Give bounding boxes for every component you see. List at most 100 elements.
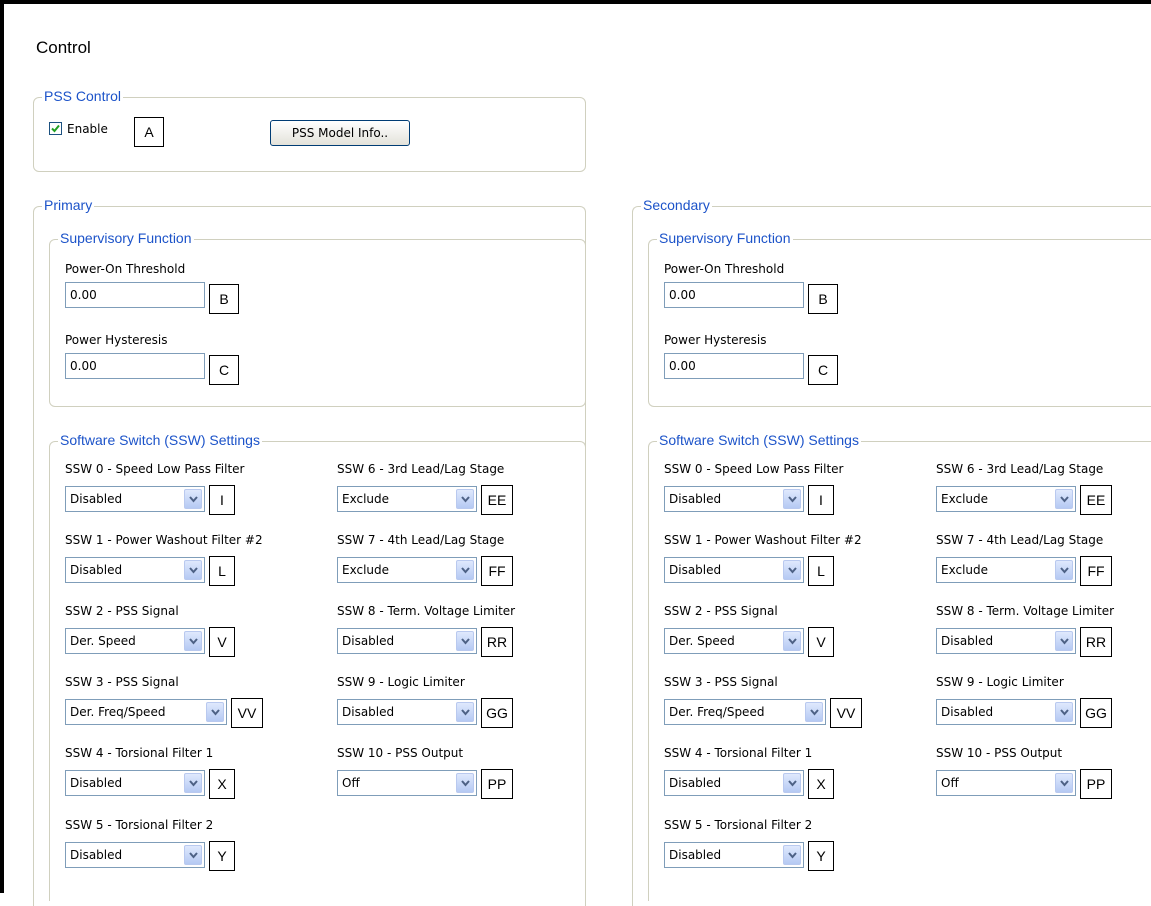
- pss-control-legend: PSS Control: [42, 88, 124, 104]
- secondary-ssw-6-value: Exclude: [941, 492, 989, 506]
- primary-ssw-9-label: SSW 9 - Logic Limiter: [337, 675, 465, 689]
- primary-ssw-3-tag: VV: [231, 698, 263, 728]
- secondary-ssw-0-select[interactable]: Disabled: [664, 486, 804, 512]
- primary-ssw-5-select[interactable]: Disabled: [65, 842, 205, 868]
- primary-ssw-2-dropdown-button[interactable]: [184, 631, 202, 651]
- secondary-ssw-3-value: Der. Freq/Speed: [669, 705, 765, 719]
- primary-legend: Primary: [42, 197, 95, 213]
- primary-ssw-2-select[interactable]: Der. Speed: [65, 628, 205, 654]
- secondary-ssw-8-dropdown-button[interactable]: [1055, 631, 1073, 651]
- secondary-ssw-1-label: SSW 1 - Power Washout Filter #2: [664, 533, 862, 547]
- secondary-ssw-8-select[interactable]: Disabled: [936, 628, 1076, 654]
- page-title: Control: [36, 38, 91, 57]
- primary-ssw-1-tag: L: [209, 556, 235, 586]
- primary-ssw-3-value: Der. Freq/Speed: [70, 705, 166, 719]
- primary-ssw-0-tag: I: [209, 485, 235, 515]
- secondary-ssw-4-select[interactable]: Disabled: [664, 770, 804, 796]
- secondary-ssw-6-label: SSW 6 - 3rd Lead/Lag Stage: [936, 462, 1104, 476]
- primary-ssw-4-select[interactable]: Disabled: [65, 770, 205, 796]
- primary-ssw-5-tag: Y: [209, 841, 235, 871]
- secondary-ssw-3-label: SSW 3 - PSS Signal: [664, 675, 778, 689]
- primary-ssw-9-dropdown-button[interactable]: [456, 702, 474, 722]
- secondary-ssw-9-select[interactable]: Disabled: [936, 699, 1076, 725]
- primary-ssw-6-label: SSW 6 - 3rd Lead/Lag Stage: [337, 462, 505, 476]
- primary-ssw-3-select[interactable]: Der. Freq/Speed: [65, 699, 227, 725]
- secondary-ssw-6-select[interactable]: Exclude: [936, 486, 1076, 512]
- primary-ssw-10-select[interactable]: Off: [337, 770, 477, 796]
- chevron-down-icon: [810, 709, 819, 716]
- secondary-power-on-threshold-input[interactable]: 0.00: [664, 282, 804, 308]
- secondary-ssw-10-value: Off: [941, 776, 959, 790]
- primary-ssw-1-select[interactable]: Disabled: [65, 557, 205, 583]
- secondary-power-hysteresis-tag: C: [808, 355, 838, 385]
- secondary-ssw-9-dropdown-button[interactable]: [1055, 702, 1073, 722]
- secondary-ssw-4-label: SSW 4 - Torsional Filter 1: [664, 746, 813, 760]
- primary-ssw-2-label: SSW 2 - PSS Signal: [65, 604, 179, 618]
- secondary-ssw-6-tag: EE: [1080, 485, 1112, 515]
- secondary-supervisory-legend: Supervisory Function: [657, 230, 793, 246]
- primary-ssw-3-dropdown-button[interactable]: [206, 702, 224, 722]
- primary-ssw-2-tag: V: [209, 627, 235, 657]
- enable-tag: A: [134, 117, 164, 147]
- primary-ssw-6-select[interactable]: Exclude: [337, 486, 477, 512]
- primary-ssw-4-value: Disabled: [70, 776, 123, 790]
- primary-power-hysteresis-input[interactable]: 0.00: [65, 353, 205, 379]
- secondary-ssw-9-value: Disabled: [941, 705, 994, 719]
- secondary-ssw-3-select[interactable]: Der. Freq/Speed: [664, 699, 826, 725]
- secondary-ssw-5-dropdown-button[interactable]: [783, 845, 801, 865]
- secondary-ssw-8-value: Disabled: [941, 634, 994, 648]
- chevron-down-icon: [189, 852, 198, 859]
- chevron-down-icon: [461, 709, 470, 716]
- chevron-down-icon: [788, 852, 797, 859]
- secondary-ssw-2-tag: V: [808, 627, 834, 657]
- primary-ssw-7-dropdown-button[interactable]: [456, 560, 474, 580]
- chevron-down-icon: [788, 496, 797, 503]
- secondary-ssw-1-tag: L: [808, 556, 834, 586]
- primary-ssw-8-dropdown-button[interactable]: [456, 631, 474, 651]
- secondary-ssw-4-value: Disabled: [669, 776, 722, 790]
- primary-ssw-0-dropdown-button[interactable]: [184, 489, 202, 509]
- chevron-down-icon: [1060, 638, 1069, 645]
- secondary-ssw-7-dropdown-button[interactable]: [1055, 560, 1073, 580]
- secondary-ssw-4-dropdown-button[interactable]: [783, 773, 801, 793]
- primary-ssw-1-dropdown-button[interactable]: [184, 560, 202, 580]
- chevron-down-icon: [1060, 709, 1069, 716]
- primary-ssw-10-tag: PP: [481, 769, 513, 799]
- secondary-power-hysteresis-input[interactable]: 0.00: [664, 353, 804, 379]
- primary-ssw-6-dropdown-button[interactable]: [456, 489, 474, 509]
- enable-checkbox[interactable]: [49, 122, 62, 135]
- primary-ssw-8-label: SSW 8 - Term. Voltage Limiter: [337, 604, 516, 618]
- secondary-ssw-0-dropdown-button[interactable]: [783, 489, 801, 509]
- chevron-down-icon: [189, 567, 198, 574]
- secondary-ssw-1-dropdown-button[interactable]: [783, 560, 801, 580]
- primary-ssw-0-select[interactable]: Disabled: [65, 486, 205, 512]
- secondary-ssw-1-select[interactable]: Disabled: [664, 557, 804, 583]
- secondary-ssw-2-select[interactable]: Der. Speed: [664, 628, 804, 654]
- secondary-ssw-0-value: Disabled: [669, 492, 722, 506]
- chevron-down-icon: [461, 780, 470, 787]
- secondary-ssw-3-dropdown-button[interactable]: [805, 702, 823, 722]
- primary-power-on-threshold-input[interactable]: 0.00: [65, 282, 205, 308]
- checkmark-icon: [51, 124, 60, 133]
- secondary-ssw-5-value: Disabled: [669, 848, 722, 862]
- chevron-down-icon: [189, 496, 198, 503]
- secondary-ssw-5-label: SSW 5 - Torsional Filter 2: [664, 818, 813, 832]
- primary-ssw-5-dropdown-button[interactable]: [184, 845, 202, 865]
- primary-ssw-8-select[interactable]: Disabled: [337, 628, 477, 654]
- primary-ssw-7-select[interactable]: Exclude: [337, 557, 477, 583]
- secondary-ssw-9-tag: GG: [1080, 698, 1112, 728]
- primary-ssw-4-dropdown-button[interactable]: [184, 773, 202, 793]
- secondary-ssw-10-dropdown-button[interactable]: [1055, 773, 1073, 793]
- secondary-ssw-7-select[interactable]: Exclude: [936, 557, 1076, 583]
- secondary-ssw-2-value: Der. Speed: [669, 634, 735, 648]
- secondary-legend: Secondary: [641, 197, 712, 213]
- primary-ssw-10-dropdown-button[interactable]: [456, 773, 474, 793]
- secondary-ssw-2-dropdown-button[interactable]: [783, 631, 801, 651]
- chevron-down-icon: [788, 638, 797, 645]
- secondary-ssw-6-dropdown-button[interactable]: [1055, 489, 1073, 509]
- pss-model-info-button[interactable]: PSS Model Info..: [270, 120, 410, 146]
- primary-ssw-8-value: Disabled: [342, 634, 395, 648]
- secondary-ssw-5-select[interactable]: Disabled: [664, 842, 804, 868]
- primary-ssw-9-select[interactable]: Disabled: [337, 699, 477, 725]
- secondary-ssw-10-select[interactable]: Off: [936, 770, 1076, 796]
